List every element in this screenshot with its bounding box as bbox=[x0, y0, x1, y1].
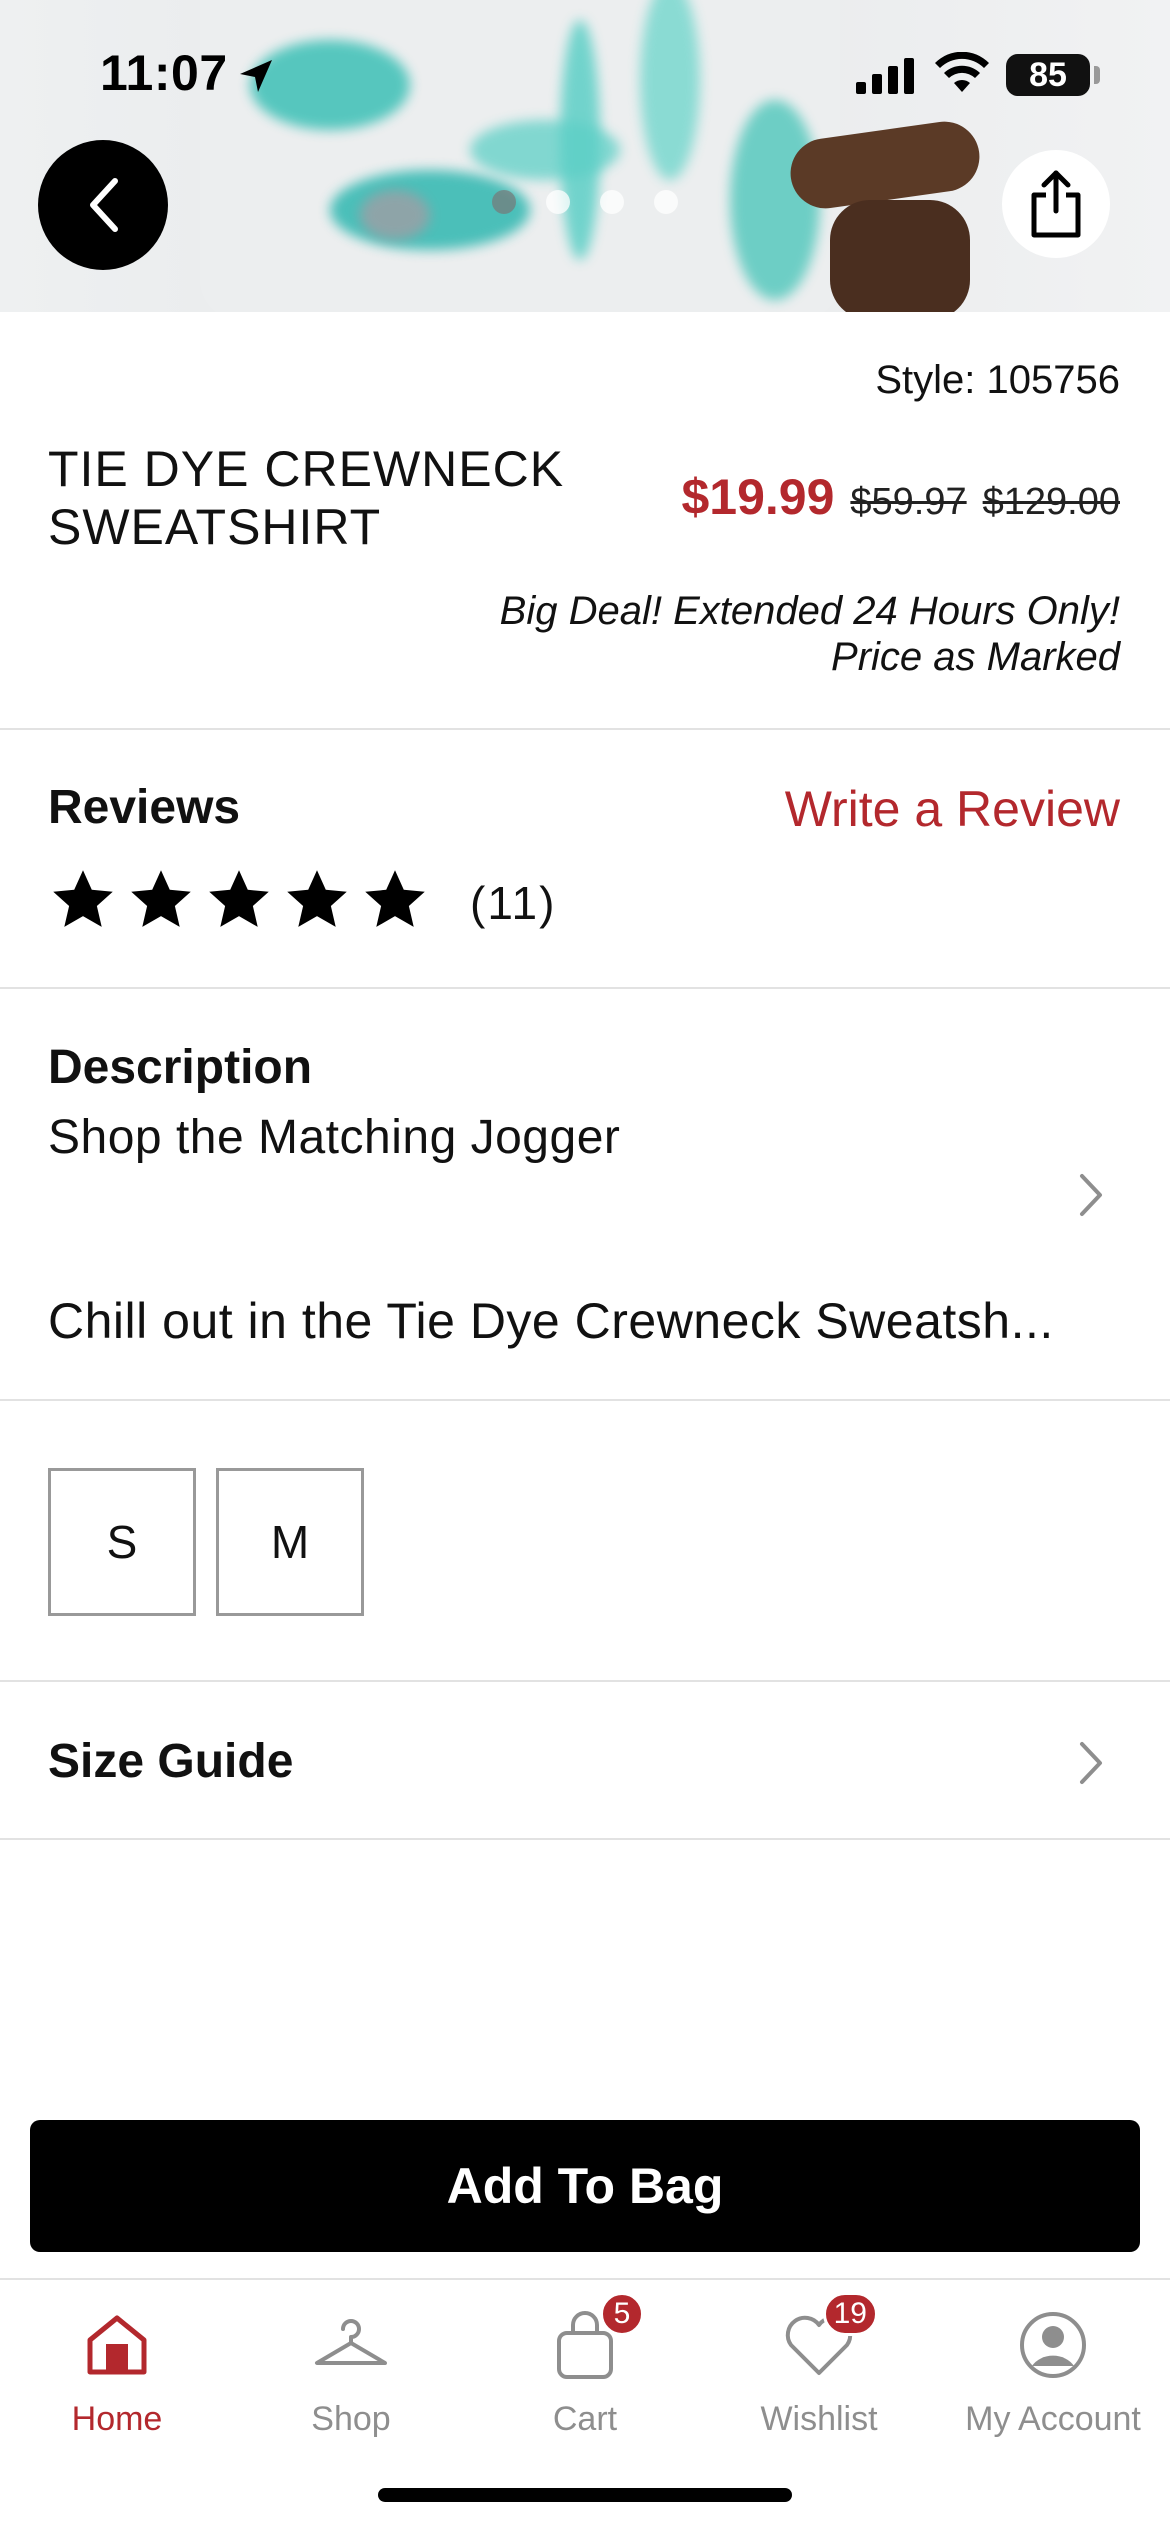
write-review-link[interactable]: Write a Review bbox=[785, 780, 1120, 838]
chevron-left-icon bbox=[90, 178, 118, 232]
share-icon bbox=[1031, 170, 1081, 238]
divider bbox=[0, 728, 1170, 730]
promo-line: Price as Marked bbox=[831, 635, 1120, 679]
tab-my-account[interactable]: My Account bbox=[936, 2300, 1170, 2460]
size-option-m[interactable]: M bbox=[216, 1468, 364, 1616]
promo-line: Big Deal! Extended 24 Hours Only! bbox=[499, 589, 1120, 633]
tie-dye-spot bbox=[360, 190, 430, 240]
current-price: $19.99 bbox=[681, 469, 835, 525]
carousel-dot[interactable] bbox=[492, 190, 516, 214]
hand-image bbox=[830, 200, 970, 312]
cellular-signal-icon bbox=[856, 58, 914, 94]
description-subtitle: Shop the Matching Jogger bbox=[48, 1111, 621, 1164]
divider bbox=[0, 1680, 1170, 1682]
account-icon bbox=[1008, 2300, 1098, 2390]
status-bar: 11:07 85 bbox=[0, 0, 1170, 150]
cart-badge: 5 bbox=[600, 2292, 644, 2336]
description-heading: Description bbox=[48, 1041, 313, 1094]
tab-home[interactable]: Home bbox=[0, 2300, 234, 2460]
tab-label: Home bbox=[71, 2400, 163, 2438]
tab-cart[interactable]: 5 Cart bbox=[468, 2292, 702, 2460]
carousel-indicator[interactable] bbox=[492, 190, 678, 214]
star-icon bbox=[365, 870, 425, 927]
wishlist-badge: 19 bbox=[822, 2292, 878, 2336]
star-rating[interactable] bbox=[48, 866, 430, 934]
star-icon bbox=[131, 870, 191, 927]
carousel-dot[interactable] bbox=[600, 190, 624, 214]
chevron-right-icon bbox=[1080, 1742, 1102, 1784]
divider bbox=[0, 1838, 1170, 1840]
promo-message: Big Deal! Extended 24 Hours Only! Price … bbox=[500, 588, 1120, 680]
style-number: Style: 105756 bbox=[875, 358, 1120, 402]
hanger-icon bbox=[306, 2300, 396, 2390]
share-button[interactable] bbox=[1002, 150, 1110, 258]
home-indicator bbox=[378, 2488, 792, 2502]
tab-shop[interactable]: Shop bbox=[234, 2300, 468, 2460]
tab-wishlist[interactable]: 19 Wishlist bbox=[702, 2292, 936, 2460]
star-icon bbox=[53, 870, 113, 927]
product-title: TIE DYE CREWNECK SWEATSHIRT bbox=[48, 441, 565, 555]
status-time: 11:07 bbox=[100, 45, 228, 101]
tab-label: Wishlist bbox=[760, 2400, 878, 2438]
size-option-s[interactable]: S bbox=[48, 1468, 196, 1616]
msrp-price: $129.00 bbox=[982, 481, 1120, 523]
add-to-bag-button[interactable]: Add To Bag bbox=[30, 2120, 1140, 2252]
chevron-right-icon bbox=[1080, 1174, 1102, 1216]
bag-icon: 5 bbox=[540, 2292, 644, 2390]
location-arrow-icon bbox=[240, 60, 272, 92]
size-guide-label: Size Guide bbox=[48, 1735, 294, 1788]
reviews-heading: Reviews bbox=[48, 781, 241, 834]
divider bbox=[0, 1399, 1170, 1401]
wifi-icon bbox=[935, 52, 989, 92]
description-body: Chill out in the Tie Dye Crewneck Sweats… bbox=[48, 1293, 1054, 1349]
tab-label: My Account bbox=[965, 2400, 1141, 2438]
star-icon bbox=[287, 870, 347, 927]
divider bbox=[0, 987, 1170, 989]
back-button[interactable] bbox=[38, 140, 168, 270]
battery-tip bbox=[1094, 66, 1100, 84]
review-count[interactable]: (11) bbox=[470, 876, 556, 930]
price-group: $19.99 $59.97 $129.00 bbox=[681, 468, 1120, 526]
tab-label: Cart bbox=[552, 2400, 618, 2438]
star-icon bbox=[209, 870, 269, 927]
home-icon bbox=[72, 2300, 162, 2390]
original-price: $59.97 bbox=[850, 481, 967, 523]
carousel-dot[interactable] bbox=[546, 190, 570, 214]
tab-label: Shop bbox=[311, 2400, 391, 2438]
heart-icon: 19 bbox=[774, 2292, 878, 2390]
battery-indicator: 85 bbox=[1006, 54, 1090, 96]
carousel-dot[interactable] bbox=[654, 190, 678, 214]
